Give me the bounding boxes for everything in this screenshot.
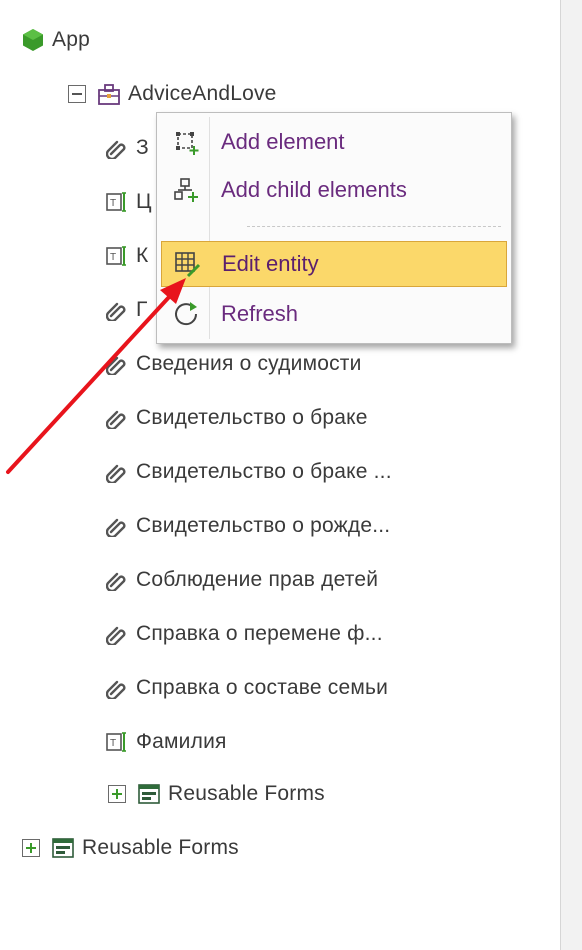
- tree-node-label: Reusable Forms: [168, 782, 325, 805]
- tree-node-label: К: [136, 244, 149, 267]
- attachment-icon: [104, 405, 130, 431]
- svg-text:T: T: [110, 198, 116, 209]
- menu-separator: [247, 226, 501, 227]
- tree-node-app[interactable]: App: [20, 20, 90, 60]
- tree-node-nested-reusable-forms[interactable]: Reusable Forms: [108, 774, 325, 814]
- tree-node-child[interactable]: Справка о перемене ф...: [104, 614, 383, 654]
- menu-item-edit-entity[interactable]: Edit entity: [161, 241, 507, 287]
- context-menu: Add element Add child elements Edit enti…: [156, 112, 512, 344]
- text-field-icon: T: [104, 729, 130, 755]
- tree-node-child[interactable]: Свидетельство о браке: [104, 398, 368, 438]
- tree-node-label: Свидетельство о браке: [136, 406, 368, 429]
- tree-node-adviceandlove[interactable]: AdviceAndLove: [68, 74, 277, 114]
- tree-node-root-reusable-forms[interactable]: Reusable Forms: [22, 828, 239, 868]
- tree-node-child[interactable]: T Фамилия: [104, 722, 227, 762]
- attachment-icon: [104, 513, 130, 539]
- tree-node-child[interactable]: T К: [104, 236, 148, 276]
- svg-text:T: T: [110, 252, 116, 263]
- tree-node-child[interactable]: T Ц: [104, 182, 152, 222]
- text-field-icon: T: [104, 189, 130, 215]
- forms-icon: [136, 781, 162, 807]
- tree-node-label: Фамилия: [136, 730, 227, 753]
- attachment-icon: [104, 675, 130, 701]
- tree-node-child[interactable]: Свидетельство о браке ...: [104, 452, 392, 492]
- tree-node-label: Ц: [136, 190, 152, 213]
- vertical-scrollbar[interactable]: [560, 0, 582, 950]
- menu-item-add-element[interactable]: Add element: [161, 119, 507, 165]
- tree-node-label: Reusable Forms: [82, 836, 239, 859]
- tree-node-label: Сведения о судимости: [136, 352, 362, 375]
- tree-node-child[interactable]: Соблюдение прав детей: [104, 560, 378, 600]
- entity-icon: [96, 81, 122, 107]
- expand-icon[interactable]: [22, 839, 40, 857]
- tree-node-label: Г: [136, 298, 148, 321]
- menu-item-refresh[interactable]: Refresh: [161, 291, 507, 337]
- svg-text:T: T: [110, 738, 116, 749]
- menu-item-label: Refresh: [221, 301, 299, 326]
- attachment-icon: [104, 621, 130, 647]
- tree-node-label: Свидетельство о рожде...: [136, 514, 391, 537]
- text-field-icon: T: [104, 243, 130, 269]
- menu-item-label: Add child elements: [221, 177, 407, 202]
- menu-item-add-child-elements[interactable]: Add child elements: [161, 167, 507, 213]
- hexagon-icon: [20, 27, 46, 53]
- menu-item-label: Add element: [221, 129, 345, 154]
- attachment-icon: [104, 297, 130, 323]
- tree-node-child[interactable]: Справка о составе семьи: [104, 668, 388, 708]
- collapse-icon[interactable]: [68, 85, 86, 103]
- attachment-icon: [104, 567, 130, 593]
- forms-icon: [50, 835, 76, 861]
- tree-node-label: Соблюдение прав детей: [136, 568, 379, 591]
- tree-node-child[interactable]: Г: [104, 290, 148, 330]
- refresh-icon: [169, 297, 203, 331]
- tree-node-label: App: [52, 28, 90, 51]
- tree-node-label: Свидетельство о браке ...: [136, 460, 392, 483]
- tree-node-label: Справка о перемене ф...: [136, 622, 383, 645]
- add-child-elements-icon: [169, 173, 203, 207]
- attachment-icon: [104, 351, 130, 377]
- tree-node-label: AdviceAndLove: [128, 82, 277, 105]
- edit-entity-icon: [170, 247, 204, 281]
- tree-node-child[interactable]: Свидетельство о рожде...: [104, 506, 390, 546]
- tree-node-child[interactable]: З: [104, 128, 149, 168]
- tree-node-label: Справка о составе семьи: [136, 676, 389, 699]
- menu-item-label: Edit entity: [222, 251, 319, 276]
- attachment-icon: [104, 459, 130, 485]
- tree-node-child[interactable]: Сведения о судимости: [104, 344, 362, 384]
- attachment-icon: [104, 135, 130, 161]
- tree-node-label: З: [136, 136, 149, 159]
- expand-icon[interactable]: [108, 785, 126, 803]
- add-element-icon: [169, 125, 203, 159]
